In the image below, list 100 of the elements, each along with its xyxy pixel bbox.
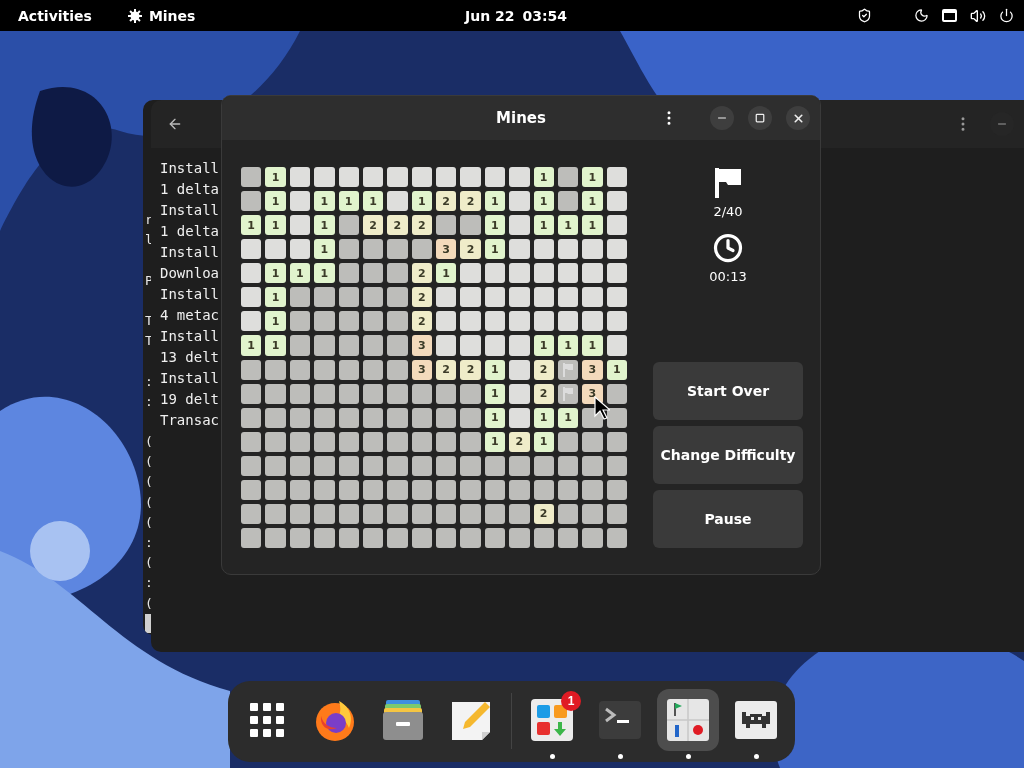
covered-tile[interactable] xyxy=(533,527,554,548)
number-tile[interactable]: 1 xyxy=(241,215,262,236)
number-tile[interactable]: 1 xyxy=(265,287,286,308)
number-tile[interactable]: 1 xyxy=(265,311,286,332)
covered-tile[interactable] xyxy=(362,287,384,308)
clock[interactable]: Jun 22 03:54 xyxy=(464,7,568,24)
back-icon[interactable] xyxy=(167,116,183,132)
covered-tile[interactable] xyxy=(436,455,457,476)
covered-tile[interactable] xyxy=(338,335,359,356)
open-tile[interactable] xyxy=(289,191,311,212)
shield-icon[interactable] xyxy=(857,8,872,23)
covered-tile[interactable] xyxy=(362,431,384,452)
open-tile[interactable] xyxy=(460,263,481,284)
power-icon[interactable] xyxy=(999,8,1014,23)
number-tile[interactable]: 1 xyxy=(265,191,286,212)
covered-tile[interactable] xyxy=(411,383,432,404)
covered-tile[interactable] xyxy=(460,503,481,524)
number-tile[interactable]: 2 xyxy=(460,359,481,380)
open-tile[interactable] xyxy=(484,311,506,332)
covered-tile[interactable] xyxy=(387,311,408,332)
open-tile[interactable] xyxy=(411,167,432,188)
covered-tile[interactable] xyxy=(314,431,335,452)
covered-tile[interactable] xyxy=(582,455,603,476)
covered-tile[interactable] xyxy=(387,431,408,452)
covered-tile[interactable] xyxy=(411,407,432,428)
covered-tile[interactable] xyxy=(484,479,506,500)
number-tile[interactable]: 2 xyxy=(509,431,530,452)
covered-tile[interactable] xyxy=(362,359,384,380)
covered-tile[interactable] xyxy=(509,479,530,500)
covered-tile[interactable] xyxy=(338,239,359,260)
covered-tile[interactable] xyxy=(557,431,579,452)
covered-tile[interactable] xyxy=(387,335,408,356)
covered-tile[interactable] xyxy=(241,479,262,500)
open-tile[interactable] xyxy=(436,335,457,356)
covered-tile[interactable] xyxy=(436,383,457,404)
number-tile[interactable]: 1 xyxy=(557,215,579,236)
open-tile[interactable] xyxy=(606,167,627,188)
number-tile[interactable]: 2 xyxy=(533,383,554,404)
open-tile[interactable] xyxy=(557,239,579,260)
open-tile[interactable] xyxy=(509,383,530,404)
open-tile[interactable] xyxy=(533,263,554,284)
covered-tile[interactable] xyxy=(338,359,359,380)
number-tile[interactable]: 2 xyxy=(436,191,457,212)
number-tile[interactable]: 3 xyxy=(582,359,603,380)
covered-tile[interactable] xyxy=(314,407,335,428)
open-tile[interactable] xyxy=(460,167,481,188)
open-tile[interactable] xyxy=(362,167,384,188)
covered-tile[interactable] xyxy=(557,167,579,188)
network-icon[interactable] xyxy=(942,8,957,23)
covered-tile[interactable] xyxy=(265,383,286,404)
covered-tile[interactable] xyxy=(338,479,359,500)
covered-tile[interactable] xyxy=(533,479,554,500)
open-tile[interactable] xyxy=(582,263,603,284)
number-tile[interactable]: 1 xyxy=(338,191,359,212)
number-tile[interactable]: 1 xyxy=(314,263,335,284)
open-tile[interactable] xyxy=(338,167,359,188)
number-tile[interactable]: 1 xyxy=(265,215,286,236)
covered-tile[interactable] xyxy=(338,431,359,452)
number-tile[interactable]: 1 xyxy=(265,263,286,284)
mines-button[interactable] xyxy=(657,689,719,751)
covered-tile[interactable] xyxy=(533,455,554,476)
action-button[interactable]: Start Over xyxy=(653,362,803,420)
open-tile[interactable] xyxy=(509,287,530,308)
covered-tile[interactable] xyxy=(314,503,335,524)
number-tile[interactable]: 1 xyxy=(606,359,627,380)
covered-tile[interactable] xyxy=(460,455,481,476)
covered-tile[interactable] xyxy=(557,527,579,548)
covered-tile[interactable] xyxy=(362,455,384,476)
close-button[interactable] xyxy=(786,106,810,130)
covered-tile[interactable] xyxy=(460,407,481,428)
covered-tile[interactable] xyxy=(241,503,262,524)
number-tile[interactable]: 2 xyxy=(411,215,432,236)
number-tile[interactable]: 2 xyxy=(460,239,481,260)
covered-tile[interactable] xyxy=(387,263,408,284)
number-tile[interactable]: 1 xyxy=(314,191,335,212)
covered-tile[interactable] xyxy=(338,311,359,332)
covered-tile[interactable] xyxy=(362,263,384,284)
open-tile[interactable] xyxy=(241,311,262,332)
covered-tile[interactable] xyxy=(362,527,384,548)
number-tile[interactable]: 1 xyxy=(533,215,554,236)
covered-tile[interactable] xyxy=(338,263,359,284)
open-tile[interactable] xyxy=(533,311,554,332)
software-button[interactable]: 1 xyxy=(521,689,583,751)
covered-tile[interactable] xyxy=(314,527,335,548)
number-tile[interactable]: 2 xyxy=(533,503,554,524)
number-tile[interactable]: 2 xyxy=(436,359,457,380)
covered-tile[interactable] xyxy=(289,311,311,332)
number-tile[interactable]: 3 xyxy=(411,359,432,380)
open-tile[interactable] xyxy=(582,287,603,308)
open-tile[interactable] xyxy=(314,167,335,188)
covered-tile[interactable] xyxy=(289,455,311,476)
number-tile[interactable]: 1 xyxy=(265,167,286,188)
number-tile[interactable]: 1 xyxy=(436,263,457,284)
covered-tile[interactable] xyxy=(606,431,627,452)
number-tile[interactable]: 1 xyxy=(484,215,506,236)
covered-tile[interactable] xyxy=(557,503,579,524)
open-tile[interactable] xyxy=(509,239,530,260)
covered-tile[interactable] xyxy=(289,383,311,404)
open-tile[interactable] xyxy=(289,167,311,188)
number-tile[interactable]: 1 xyxy=(533,431,554,452)
